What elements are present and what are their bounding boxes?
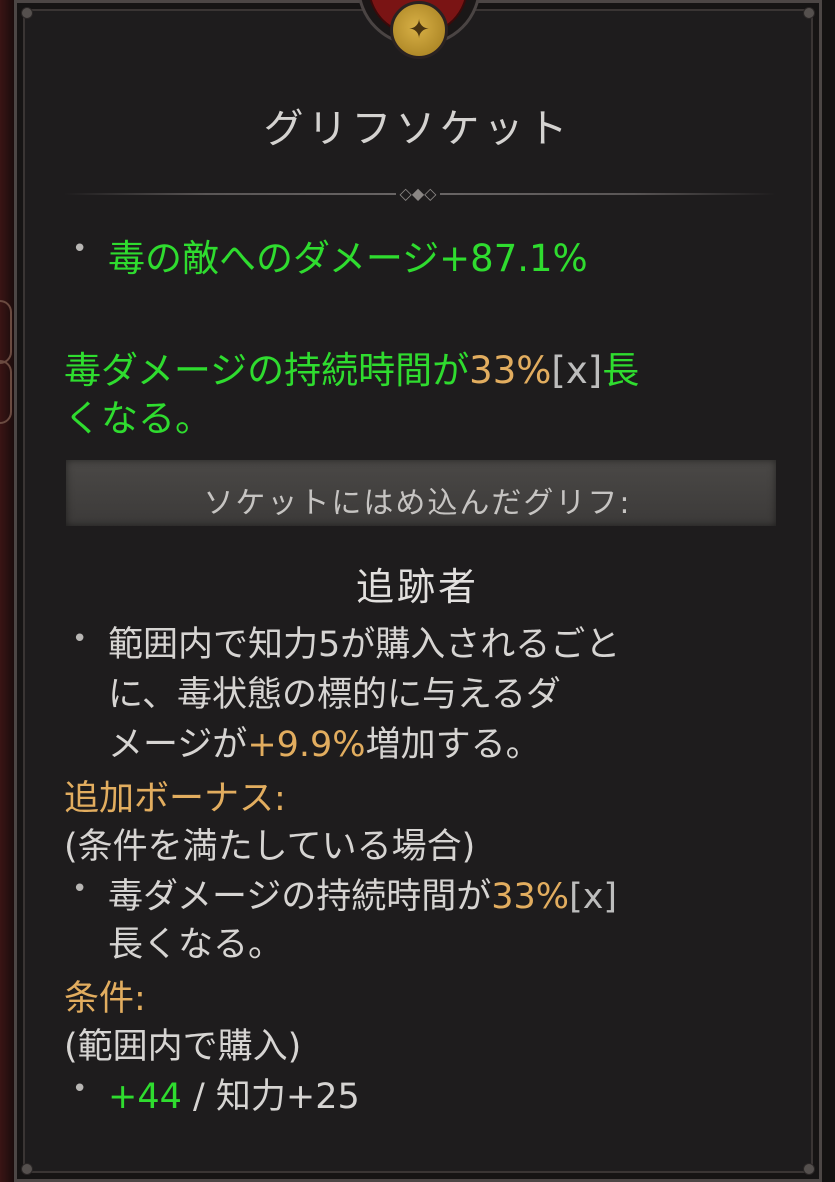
bonus-value: 33%: [491, 877, 570, 917]
bonus-line-2: 長くなる。: [108, 925, 284, 965]
glyph-desc-line-3: メージが+9.9%増加する。: [108, 716, 541, 767]
requirement-header: 条件:: [64, 979, 146, 1019]
glyph-desc-line-1: 範囲内で知力5が購入されるごと: [108, 625, 621, 665]
rivet: [803, 7, 815, 19]
bonus-x: [x]: [569, 877, 618, 917]
effect-text-end: 長: [602, 349, 640, 392]
diamond-divider-icon: ◇◆◇: [396, 184, 440, 204]
bullet-dot-icon: •: [72, 874, 88, 904]
section-label: ソケットにはめ込んだグリフ:: [203, 486, 632, 521]
glyph-desc-line-2: に、毒状態の標的に与えるダ: [108, 675, 561, 715]
glyph-desc-value: +9.9%: [247, 725, 366, 765]
requirement-line: +44 / 知力+25: [108, 1068, 360, 1119]
emblem-medallion: ✦: [390, 1, 448, 59]
requirement-sep: /: [181, 1077, 216, 1117]
rivet: [21, 7, 33, 19]
requirement-condition: (範囲内で購入): [64, 1027, 302, 1067]
effect-x: [x]: [551, 349, 603, 392]
stat-line: 毒の敵へのダメージ+87.1%: [108, 237, 588, 280]
effect-value: 33%: [469, 349, 552, 392]
bullet-dot-icon: •: [72, 1074, 88, 1104]
glyph-desc-text: メージが: [108, 725, 248, 765]
glyph-name: 追跡者: [355, 565, 479, 609]
effect-line-1: 毒ダメージの持続時間が33%[x]長: [64, 340, 639, 394]
rivet: [803, 1163, 815, 1175]
requirement-current: +44: [108, 1077, 182, 1117]
frame-ornament: [0, 360, 12, 424]
effect-text: 毒ダメージの持続時間が: [64, 349, 470, 392]
effect-line-2: くなる。: [64, 397, 212, 440]
bullet-dot-icon: •: [72, 624, 88, 654]
frame-ornament: [0, 300, 12, 364]
bonus-line-1: 毒ダメージの持続時間が33%[x]: [108, 868, 617, 919]
rivet: [21, 1163, 33, 1175]
bullet-dot-icon: •: [72, 234, 88, 264]
glyph-desc-text-end: 増加する。: [365, 725, 541, 765]
bonus-condition: (条件を満たしている場合): [64, 827, 476, 867]
tooltip-title: グリフソケット: [263, 106, 572, 152]
bonus-header: 追加ボーナス:: [64, 779, 286, 819]
bonus-text: 毒ダメージの持続時間が: [108, 877, 492, 917]
requirement-needed: 知力+25: [215, 1077, 360, 1117]
